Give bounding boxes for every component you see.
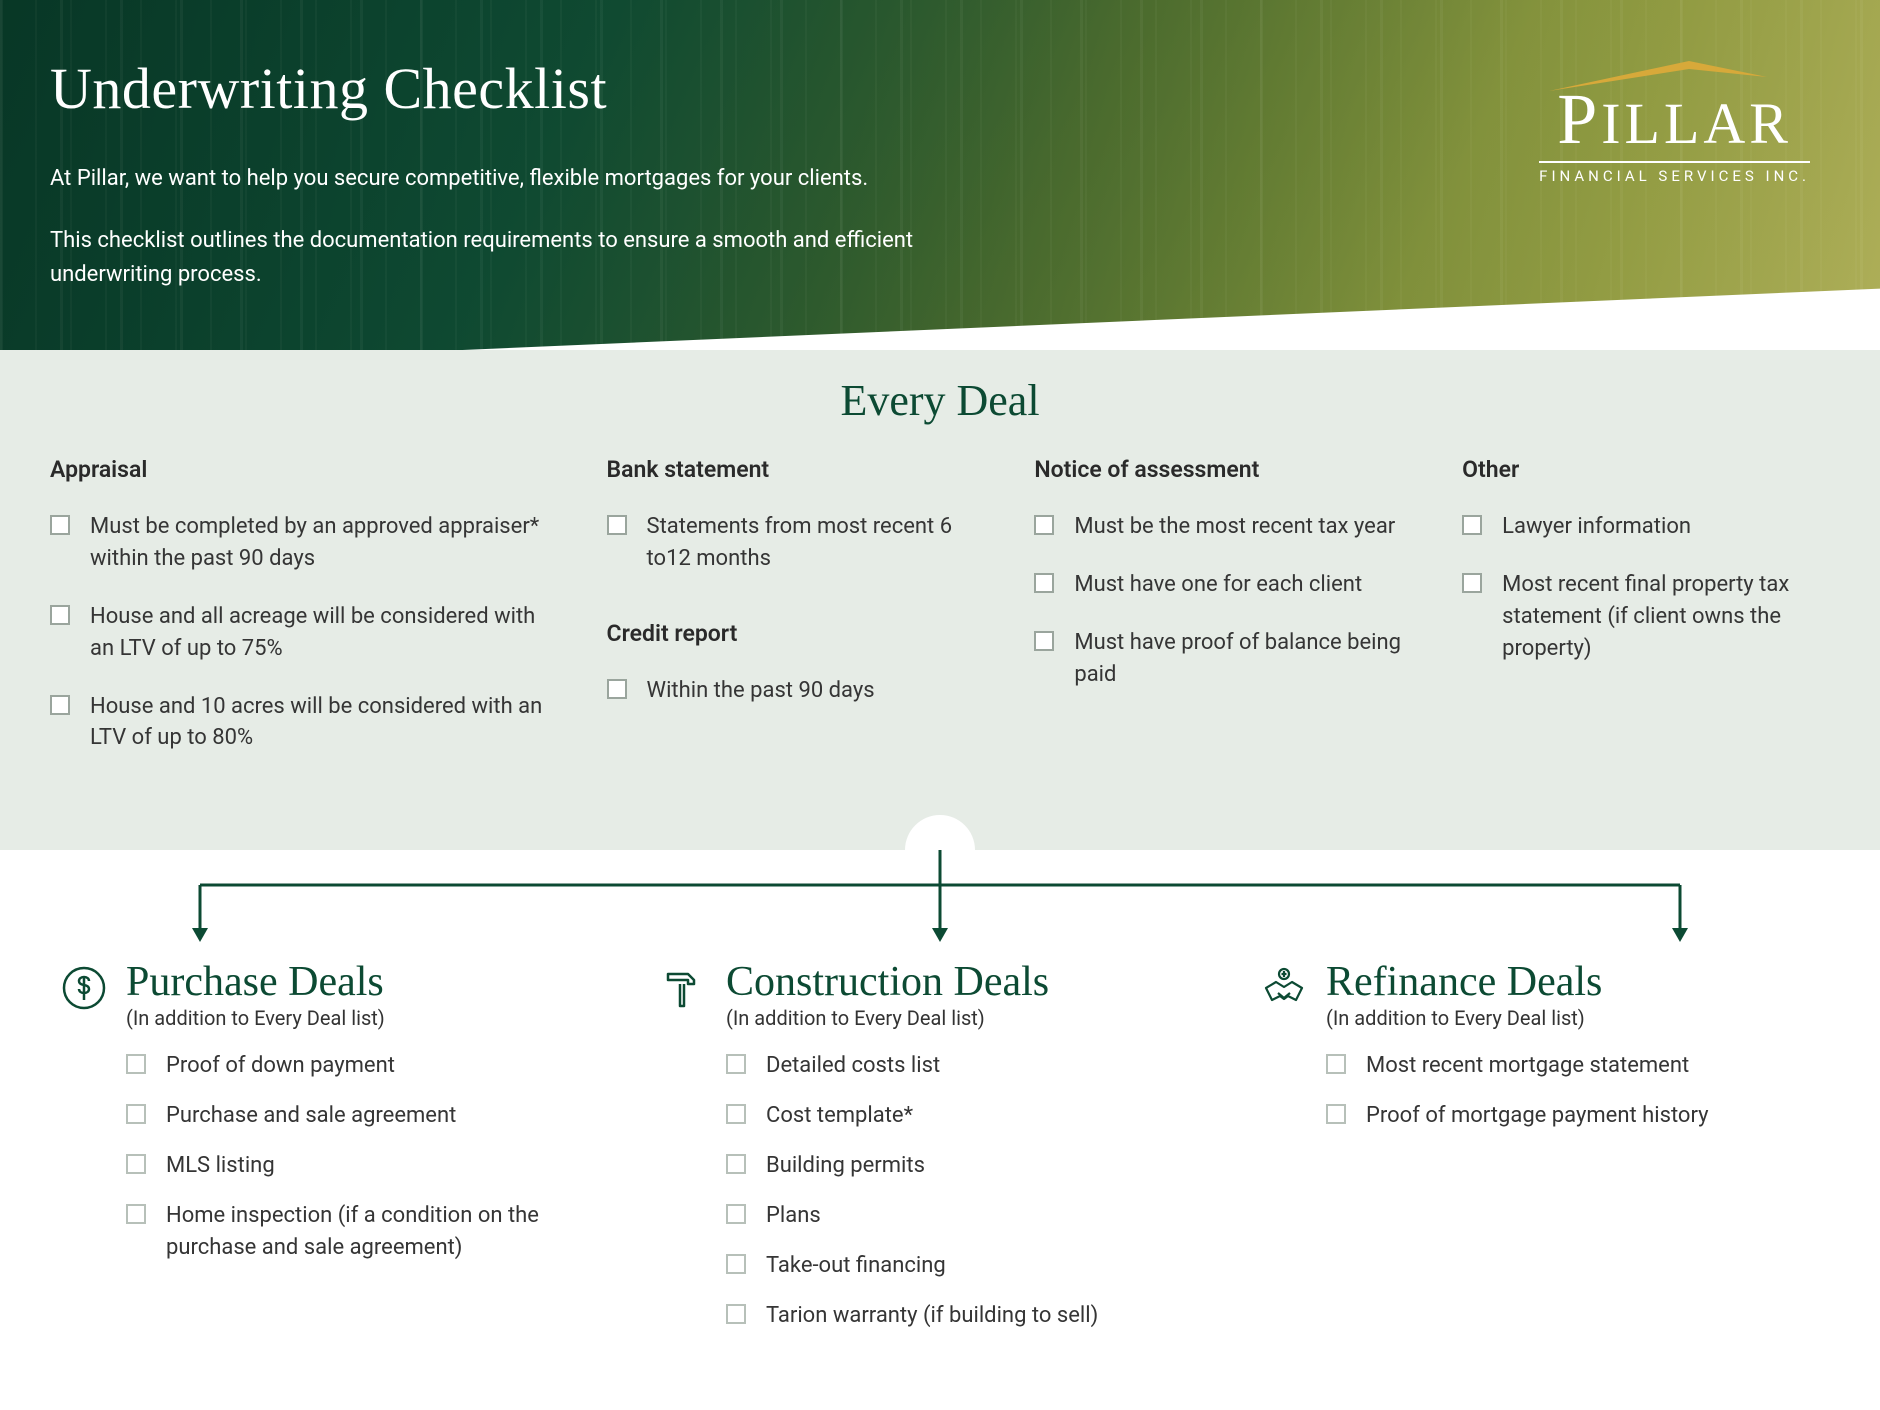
bank-credit-column: Bank statement Statements from most rece… xyxy=(607,456,975,780)
checkbox-icon[interactable] xyxy=(1326,1104,1346,1124)
checklist-item: House and all acreage will be considered… xyxy=(50,601,547,665)
noa-column: Notice of assessment Must be the most re… xyxy=(1034,456,1402,780)
checkbox-icon[interactable] xyxy=(50,515,70,535)
checklist-item: Must be the most recent tax year xyxy=(1034,511,1402,543)
checklist-label: Must be the most recent tax year xyxy=(1074,511,1395,543)
checklist-item: Home inspection (if a condition on the p… xyxy=(126,1200,620,1264)
handshake-icon xyxy=(1260,964,1308,1012)
checklist-label: Statements from most recent 6 to12 month… xyxy=(647,511,975,575)
hero-paragraph-2: This checklist outlines the documentatio… xyxy=(50,224,930,292)
checklist-label: MLS listing xyxy=(166,1150,275,1182)
checkbox-icon[interactable] xyxy=(126,1204,146,1224)
checklist-label: Cost template* xyxy=(766,1100,913,1132)
checklist-label: Within the past 90 days xyxy=(647,675,875,707)
dollar-icon xyxy=(60,964,108,1012)
construction-title: Construction Deals xyxy=(726,960,1049,1004)
checklist-label: Most recent final property tax statement… xyxy=(1502,569,1830,665)
checkbox-icon[interactable] xyxy=(50,695,70,715)
checklist-item: Proof of mortgage payment history xyxy=(1326,1100,1820,1132)
checklist-label: Detailed costs list xyxy=(766,1050,940,1082)
checkbox-icon[interactable] xyxy=(726,1204,746,1224)
roof-icon xyxy=(1539,55,1769,95)
checkbox-icon[interactable] xyxy=(726,1304,746,1324)
checkbox-icon[interactable] xyxy=(126,1054,146,1074)
checklist-label: Purchase and sale agreement xyxy=(166,1100,456,1132)
checkbox-icon[interactable] xyxy=(1034,515,1054,535)
construction-deals: Construction Deals (In addition to Every… xyxy=(660,960,1220,1349)
connector xyxy=(0,850,1880,950)
brand-logo: PILLAR FINANCIAL SERVICES INC. xyxy=(1539,55,1810,185)
checkbox-icon[interactable] xyxy=(726,1154,746,1174)
refinance-deals: Refinance Deals (In addition to Every De… xyxy=(1260,960,1820,1349)
checkbox-icon[interactable] xyxy=(50,605,70,625)
every-deal-section: Every Deal Appraisal Must be completed b… xyxy=(0,350,1880,850)
hero-paragraph-1: At Pillar, we want to help you secure co… xyxy=(50,162,930,196)
checklist-item: Take-out financing xyxy=(726,1250,1220,1282)
bank-title: Bank statement xyxy=(607,456,975,483)
checklist-item: Purchase and sale agreement xyxy=(126,1100,620,1132)
purchase-title: Purchase Deals xyxy=(126,960,385,1004)
checklist-label: Tarion warranty (if building to sell) xyxy=(766,1300,1098,1332)
hero-banner: Underwriting Checklist At Pillar, we wan… xyxy=(0,0,1880,370)
checkbox-icon[interactable] xyxy=(1034,573,1054,593)
checklist-item: Building permits xyxy=(726,1150,1220,1182)
checklist-label: House and all acreage will be considered… xyxy=(90,601,547,665)
checklist-item: Most recent final property tax statement… xyxy=(1462,569,1830,665)
checklist-item: Must have one for each client xyxy=(1034,569,1402,601)
checklist-label: Take-out financing xyxy=(766,1250,946,1282)
credit-title: Credit report xyxy=(607,620,975,647)
checkbox-icon[interactable] xyxy=(726,1254,746,1274)
checklist-label: Most recent mortgage statement xyxy=(1366,1050,1689,1082)
refinance-subtitle: (In addition to Every Deal list) xyxy=(1326,1006,1602,1030)
checklist-item: Proof of down payment xyxy=(126,1050,620,1082)
checkbox-icon[interactable] xyxy=(607,515,627,535)
checklist-item: House and 10 acres will be considered wi… xyxy=(50,691,547,755)
construction-subtitle: (In addition to Every Deal list) xyxy=(726,1006,1049,1030)
checkbox-icon[interactable] xyxy=(126,1104,146,1124)
checklist-item: Within the past 90 days xyxy=(607,675,975,707)
checklist-item: Must have proof of balance being paid xyxy=(1034,627,1402,691)
checklist-item: Cost template* xyxy=(726,1100,1220,1132)
checklist-item: Must be completed by an approved apprais… xyxy=(50,511,547,575)
hammer-icon xyxy=(660,964,708,1012)
checklist-item: Statements from most recent 6 to12 month… xyxy=(607,511,975,575)
checkbox-icon[interactable] xyxy=(1462,573,1482,593)
checkbox-icon[interactable] xyxy=(607,679,627,699)
brand-tagline: FINANCIAL SERVICES INC. xyxy=(1539,167,1810,185)
brand-divider xyxy=(1539,161,1810,163)
checklist-label: Proof of mortgage payment history xyxy=(1366,1100,1709,1132)
every-deal-heading: Every Deal xyxy=(50,350,1830,456)
checklist-item: MLS listing xyxy=(126,1150,620,1182)
checkbox-icon[interactable] xyxy=(126,1154,146,1174)
checklist-item: Detailed costs list xyxy=(726,1050,1220,1082)
checkbox-icon[interactable] xyxy=(726,1104,746,1124)
refinance-title: Refinance Deals xyxy=(1326,960,1602,1004)
checklist-label: Lawyer information xyxy=(1502,511,1691,543)
checklist-item: Plans xyxy=(726,1200,1220,1232)
other-column: Other Lawyer information Most recent fin… xyxy=(1462,456,1830,780)
checklist-label: Must have proof of balance being paid xyxy=(1074,627,1402,691)
checklist-item: Lawyer information xyxy=(1462,511,1830,543)
checklist-label: Plans xyxy=(766,1200,821,1232)
checklist-label: Must be completed by an approved apprais… xyxy=(90,511,547,575)
checkbox-icon[interactable] xyxy=(1462,515,1482,535)
checkbox-icon[interactable] xyxy=(1034,631,1054,651)
checkbox-icon[interactable] xyxy=(726,1054,746,1074)
checkbox-icon[interactable] xyxy=(1326,1054,1346,1074)
appraisal-column: Appraisal Must be completed by an approv… xyxy=(50,456,547,780)
checklist-label: House and 10 acres will be considered wi… xyxy=(90,691,547,755)
checklist-label: Building permits xyxy=(766,1150,925,1182)
checklist-item: Most recent mortgage statement xyxy=(1326,1050,1820,1082)
checklist-label: Proof of down payment xyxy=(166,1050,395,1082)
checklist-label: Must have one for each client xyxy=(1074,569,1362,601)
purchase-deals: Purchase Deals (In addition to Every Dea… xyxy=(60,960,620,1349)
checklist-label: Home inspection (if a condition on the p… xyxy=(166,1200,620,1264)
purchase-subtitle: (In addition to Every Deal list) xyxy=(126,1006,385,1030)
appraisal-title: Appraisal xyxy=(50,456,547,483)
checklist-item: Tarion warranty (if building to sell) xyxy=(726,1300,1220,1332)
other-title: Other xyxy=(1462,456,1830,483)
noa-title: Notice of assessment xyxy=(1034,456,1402,483)
